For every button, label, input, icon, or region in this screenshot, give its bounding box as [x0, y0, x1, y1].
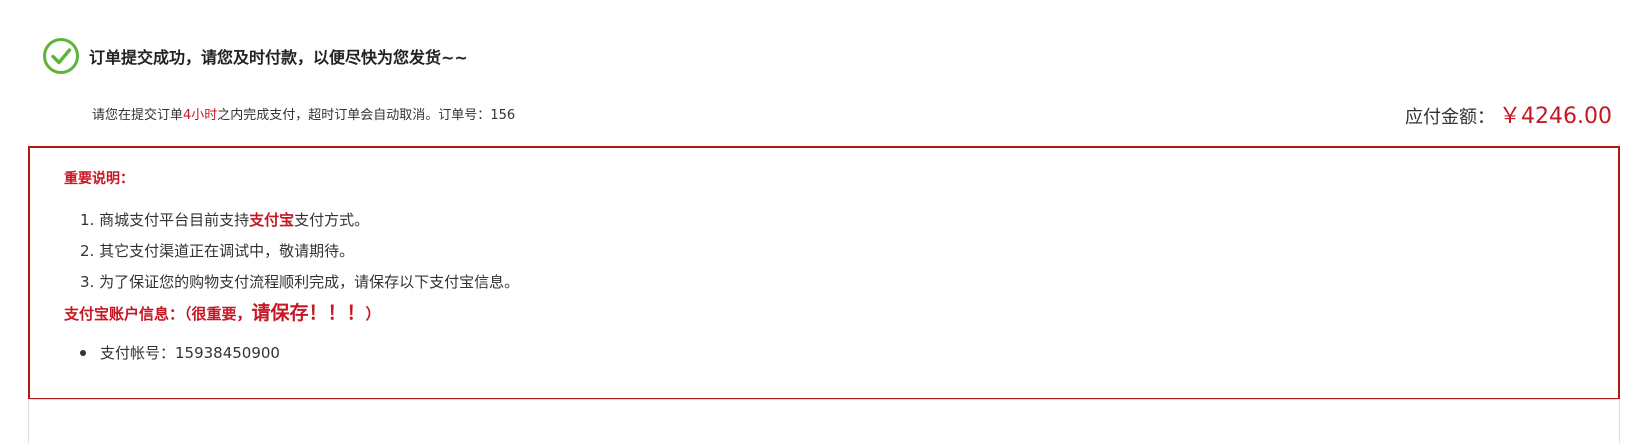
notice-deadline: 4小时 [183, 108, 218, 123]
account-title-prefix: 支付宝账户信息：（很重要， [64, 305, 252, 323]
order-number: 156 [490, 108, 516, 123]
success-message: 订单提交成功，请您及时付款，以便尽快为您发货~~ [89, 48, 468, 67]
important-item-text: 1. 商城支付平台目前支持 [80, 211, 250, 229]
success-header: 订单提交成功，请您及时付款，以便尽快为您发货~~ [42, 37, 468, 75]
payment-total-amount: ￥4246.00 [1499, 104, 1612, 129]
payment-deadline-notice: 请您在提交订单4小时之内完成支付，超时订单会自动取消。订单号：156 [92, 104, 515, 123]
account-title-emphasis: 请保存！！！ [251, 302, 366, 324]
important-list: 1. 商城支付平台目前支持支付宝支付方式。 2. 其它支付渠道正在调试中，敬请期… [80, 205, 519, 298]
important-title: 重要说明： [64, 171, 134, 187]
account-title-suffix: ） [365, 305, 381, 323]
payment-methods-panel [28, 399, 1620, 443]
order-success-page: 订单提交成功，请您及时付款，以便尽快为您发货~~ 请您在提交订单4小时之内完成支… [0, 0, 1644, 443]
alipay-highlight: 支付宝 [249, 211, 295, 229]
alipay-account-number: 支付帐号：15938450900 [100, 344, 280, 362]
important-item: 1. 商城支付平台目前支持支付宝支付方式。 [80, 205, 519, 236]
important-item: 3. 为了保证您的购物支付流程顺利完成，请保存以下支付宝信息。 [80, 273, 520, 291]
payment-total-label: 应付金额： [1405, 107, 1496, 128]
bullet-icon [80, 349, 86, 356]
notice-suffix: 之内完成支付，超时订单会自动取消。订单号： [217, 108, 491, 123]
notice-prefix: 请您在提交订单 [92, 108, 184, 123]
alipay-account-item: 支付帐号：15938450900 [80, 342, 280, 363]
important-item-text: 支付方式。 [294, 211, 370, 229]
check-circle-icon [43, 38, 79, 74]
important-notice-box: 重要说明： 1. 商城支付平台目前支持支付宝支付方式。 2. 其它支付渠道正在调… [28, 146, 1620, 400]
alipay-account-list: 支付帐号：15938450900 [80, 342, 280, 363]
important-item: 2. 其它支付渠道正在调试中，敬请期待。 [80, 242, 355, 260]
payment-total: 应付金额： ￥4246.00 [1405, 98, 1612, 130]
alipay-account-title: 支付宝账户信息：（很重要，请保存！！！） [64, 298, 381, 325]
